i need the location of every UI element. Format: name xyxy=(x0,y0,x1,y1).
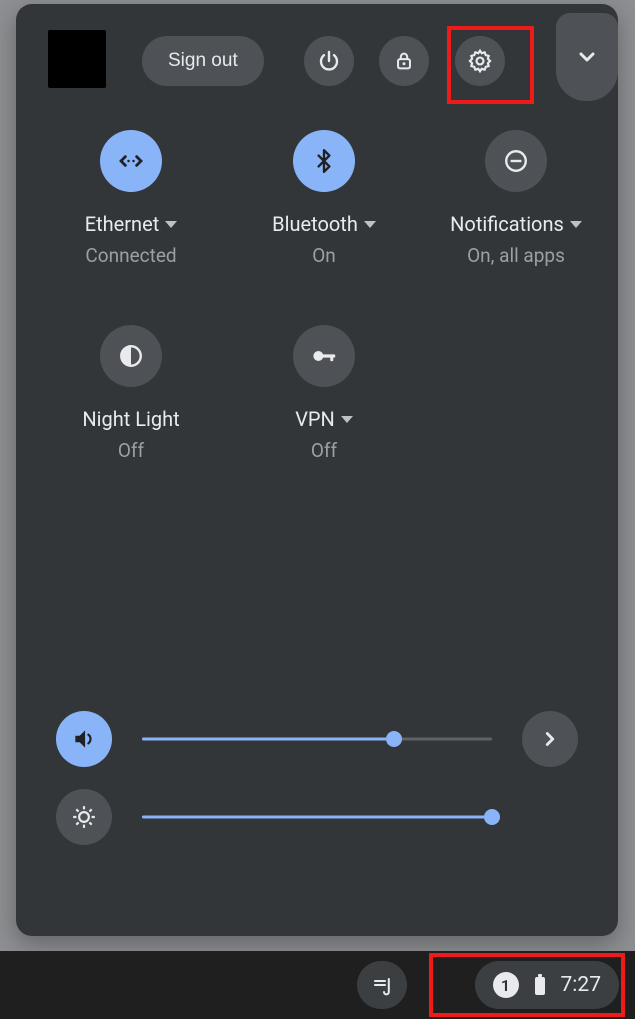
audio-settings-button[interactable] xyxy=(522,711,578,767)
clock-text: 7:27 xyxy=(561,973,602,997)
dropdown-caret-icon xyxy=(165,221,177,228)
power-button[interactable] xyxy=(304,36,354,86)
lock-icon xyxy=(393,50,415,72)
volume-row xyxy=(56,700,578,778)
slider-thumb[interactable] xyxy=(386,731,402,747)
power-icon xyxy=(317,49,341,73)
notifications-status: On, all apps xyxy=(421,244,611,267)
dropdown-caret-icon xyxy=(341,416,353,423)
panel-header: Sign out xyxy=(16,4,618,110)
vpn-label: VPN xyxy=(295,407,335,431)
user-avatar[interactable] xyxy=(48,30,106,88)
chevron-right-icon xyxy=(539,728,561,750)
brightness-row xyxy=(56,778,578,856)
battery-icon xyxy=(533,973,547,997)
chevron-down-icon xyxy=(575,45,599,69)
bluetooth-label: Bluetooth xyxy=(272,212,358,236)
notifications-label: Notifications xyxy=(450,212,564,236)
night-light-status: Off xyxy=(36,439,226,462)
dropdown-caret-icon xyxy=(570,221,582,228)
ethernet-label: Ethernet xyxy=(85,212,160,236)
slider-fill xyxy=(142,738,394,741)
quick-settings-panel: Sign out Ethernet xyxy=(16,4,618,936)
brightness-icon[interactable] xyxy=(56,789,112,845)
bluetooth-status: On xyxy=(229,244,419,267)
media-controls-button[interactable] xyxy=(357,961,407,1009)
lock-button[interactable] xyxy=(379,36,429,86)
ethernet-icon xyxy=(100,130,162,192)
gear-icon xyxy=(467,48,493,74)
music-note-icon xyxy=(370,973,394,997)
sign-out-button[interactable]: Sign out xyxy=(142,36,264,86)
ethernet-tile[interactable]: Ethernet Connected xyxy=(36,130,226,267)
do-not-disturb-icon xyxy=(485,130,547,192)
bluetooth-icon xyxy=(293,130,355,192)
shelf-taskbar: 1 7:27 xyxy=(0,951,635,1019)
vpn-key-icon xyxy=(293,325,355,387)
volume-icon[interactable] xyxy=(56,711,112,767)
night-light-tile[interactable]: Night Light Off xyxy=(36,325,226,462)
vpn-status: Off xyxy=(229,439,419,462)
dropdown-caret-icon xyxy=(364,221,376,228)
night-light-icon xyxy=(100,325,162,387)
settings-button[interactable] xyxy=(455,36,505,86)
vpn-tile[interactable]: VPN Off xyxy=(229,325,419,462)
collapse-button[interactable] xyxy=(556,13,618,101)
status-tray[interactable]: 1 7:27 xyxy=(475,961,620,1009)
notifications-tile[interactable]: Notifications On, all apps xyxy=(421,130,611,267)
sliders-section xyxy=(16,700,618,856)
slider-thumb[interactable] xyxy=(484,809,500,825)
slider-fill xyxy=(142,816,492,819)
notification-count-badge: 1 xyxy=(493,972,519,998)
ethernet-status: Connected xyxy=(36,244,226,267)
night-light-label: Night Light xyxy=(82,407,179,431)
bluetooth-tile[interactable]: Bluetooth On xyxy=(229,130,419,267)
